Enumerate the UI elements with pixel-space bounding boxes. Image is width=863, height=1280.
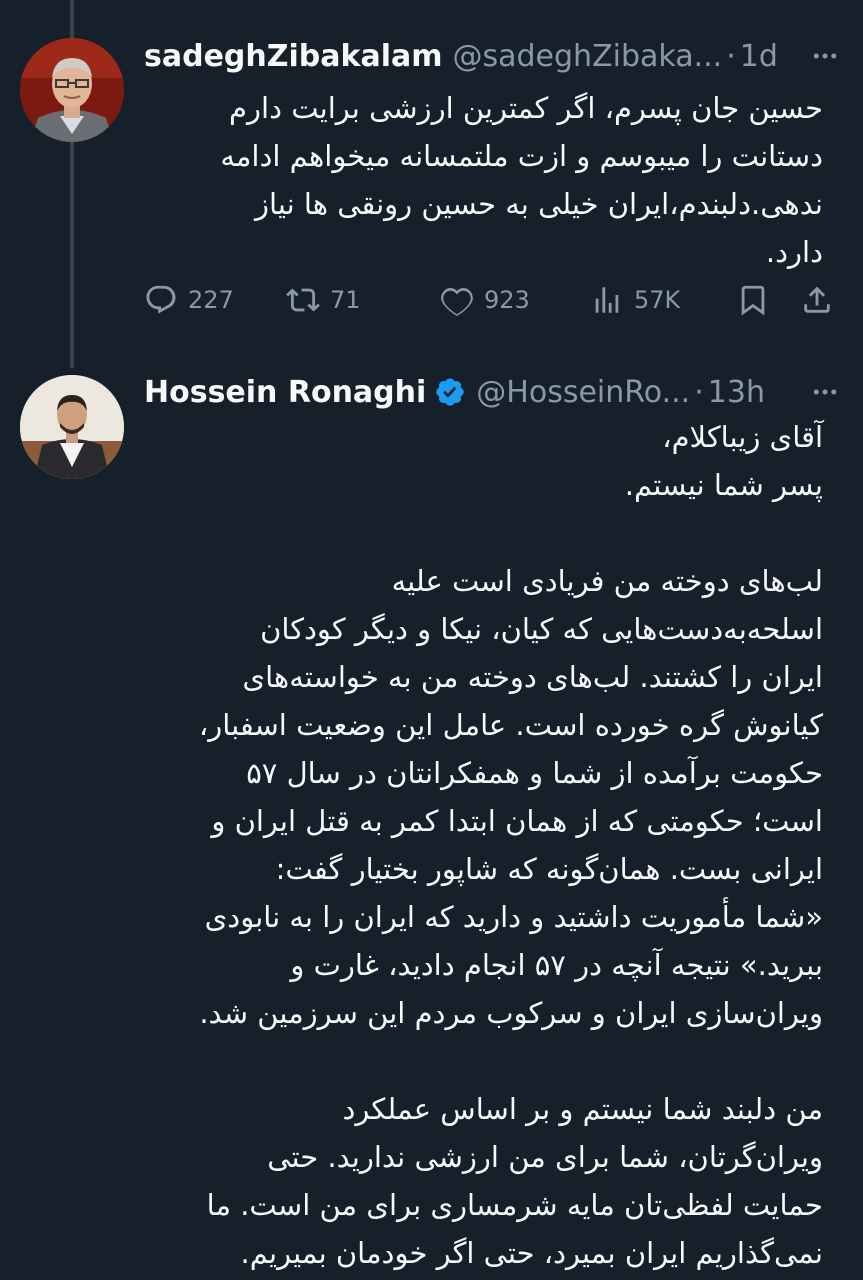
- share-button[interactable]: [800, 283, 834, 317]
- tweet-header: Hossein Ronaghi @HosseinRo... · 13h: [144, 370, 843, 414]
- share-icon: [804, 286, 830, 313]
- more-dots-icon[interactable]: [807, 374, 843, 410]
- verified-badge-icon: [436, 378, 464, 406]
- separator-dot: ·: [694, 374, 704, 410]
- thread-view: sadeghZibakalam @sadeghZibaka... · 1d حس…: [0, 0, 863, 1280]
- more-dots-icon[interactable]: [807, 38, 843, 74]
- reply-icon: [146, 285, 176, 314]
- heart-icon: [441, 287, 473, 316]
- avatar[interactable]: [20, 38, 124, 142]
- retweet-count: 71: [330, 286, 361, 314]
- retweet-icon: [286, 288, 320, 312]
- views-count: 57K: [634, 286, 681, 314]
- views-button[interactable]: 57K: [590, 283, 680, 317]
- retweet-button[interactable]: 71: [286, 283, 361, 317]
- timestamp[interactable]: 1d: [740, 39, 778, 74]
- avatar[interactable]: [20, 375, 124, 479]
- tweet-text: آقای زیباکلام، پسر شما نیستم. لب‌های دوخ…: [198, 420, 823, 1270]
- bookmark-button[interactable]: [736, 283, 770, 317]
- user-handle[interactable]: @HosseinRo...: [476, 375, 690, 410]
- timestamp[interactable]: 13h: [708, 375, 765, 410]
- reply-count: 227: [188, 286, 234, 314]
- avatar-portrait-icon: [20, 38, 124, 142]
- tweet-header: sadeghZibakalam @sadeghZibaka... · 1d: [144, 34, 843, 78]
- display-name[interactable]: Hossein Ronaghi: [144, 375, 426, 410]
- avatar-portrait-icon: [20, 375, 124, 479]
- display-name[interactable]: sadeghZibakalam: [144, 39, 443, 74]
- bookmark-icon: [741, 285, 765, 316]
- views-chart-icon: [595, 287, 619, 313]
- like-button[interactable]: 923: [440, 283, 530, 317]
- like-count: 923: [484, 286, 530, 314]
- separator-dot: ·: [726, 38, 736, 74]
- tweet-text: حسین جان پسرم، اگر کمترین ارزشی برایت دا…: [220, 91, 823, 269]
- reply-button[interactable]: 227: [144, 283, 234, 317]
- user-handle[interactable]: @sadeghZibaka...: [453, 39, 723, 74]
- tweet-actions: 227 71 923 57K: [144, 276, 843, 324]
